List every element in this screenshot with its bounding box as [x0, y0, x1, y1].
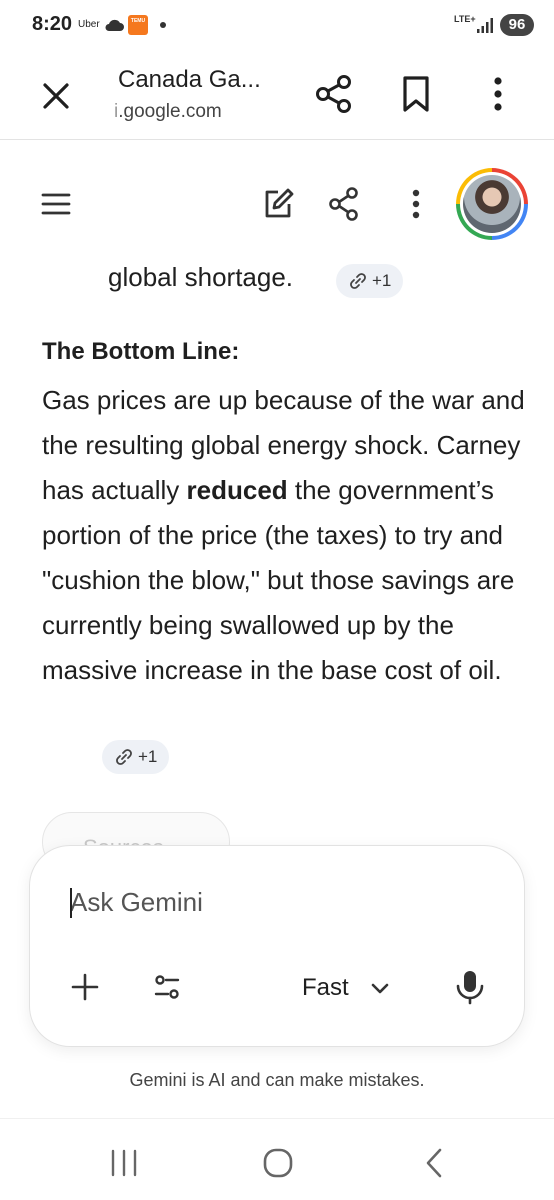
text-caret — [70, 888, 72, 918]
ai-disclaimer: Gemini is AI and can make mistakes. — [129, 1070, 425, 1090]
recent-apps-icon[interactable] — [104, 1147, 144, 1179]
plus-icon[interactable] — [68, 970, 102, 1004]
source-count: +1 — [138, 747, 158, 766]
menu-icon[interactable] — [36, 184, 76, 224]
avatar-frame — [460, 172, 524, 236]
mode-label: Fast — [302, 974, 349, 1001]
page-url: i.google.com — [114, 101, 222, 123]
tools-icon[interactable] — [150, 970, 184, 1004]
page-title: Canada Ga... — [118, 66, 261, 93]
url-domain: .google.com — [118, 101, 222, 122]
browser-toolbar: Canada Ga... i.google.com — [0, 52, 554, 140]
ask-gemini-input[interactable] — [70, 884, 450, 920]
paragraph-text: the government’s portion of the price (t… — [42, 475, 515, 685]
source-count: +1 — [372, 271, 392, 290]
uber-notification-label: Uber — [78, 19, 100, 30]
status-time: 8:20 — [32, 13, 73, 35]
share-icon[interactable] — [324, 184, 364, 224]
close-icon[interactable] — [36, 76, 76, 116]
edit-icon[interactable] — [258, 184, 298, 224]
response-text-line: global shortage. — [108, 262, 294, 292]
bookmark-icon[interactable] — [396, 72, 436, 116]
more-vert-icon[interactable] — [396, 184, 436, 224]
notification-dot-icon — [160, 22, 166, 28]
paragraph-bold-text: reduced — [186, 475, 288, 505]
network-type: LTE+ — [454, 14, 476, 24]
avatar[interactable] — [456, 168, 528, 240]
source-link-chip[interactable]: +1 — [336, 264, 404, 298]
avatar-photo — [463, 175, 521, 233]
mode-selector-button[interactable]: Fast — [302, 970, 391, 1006]
back-icon[interactable] — [414, 1145, 454, 1181]
system-nav-bar — [0, 1118, 554, 1200]
source-link-chip[interactable]: +1 — [102, 740, 170, 774]
more-vert-icon[interactable] — [478, 72, 518, 116]
chevron-down-icon — [371, 983, 388, 994]
share-icon[interactable] — [312, 72, 356, 116]
mic-icon[interactable] — [452, 968, 488, 1006]
response-paragraph: Gas prices are up because of the war and… — [42, 378, 532, 693]
link-icon — [116, 749, 132, 765]
temu-app-icon: TEMU — [128, 15, 148, 35]
prompt-input-card: Fast — [30, 846, 524, 1046]
signal-icon — [476, 16, 496, 39]
status-bar: 8:20 Uber TEMU LTE+ 96 — [0, 0, 554, 52]
cloud-icon — [104, 18, 124, 37]
home-icon[interactable] — [258, 1143, 298, 1183]
section-heading: The Bottom Line: — [42, 338, 240, 365]
battery-indicator: 96 — [500, 14, 534, 36]
link-icon — [350, 273, 366, 289]
